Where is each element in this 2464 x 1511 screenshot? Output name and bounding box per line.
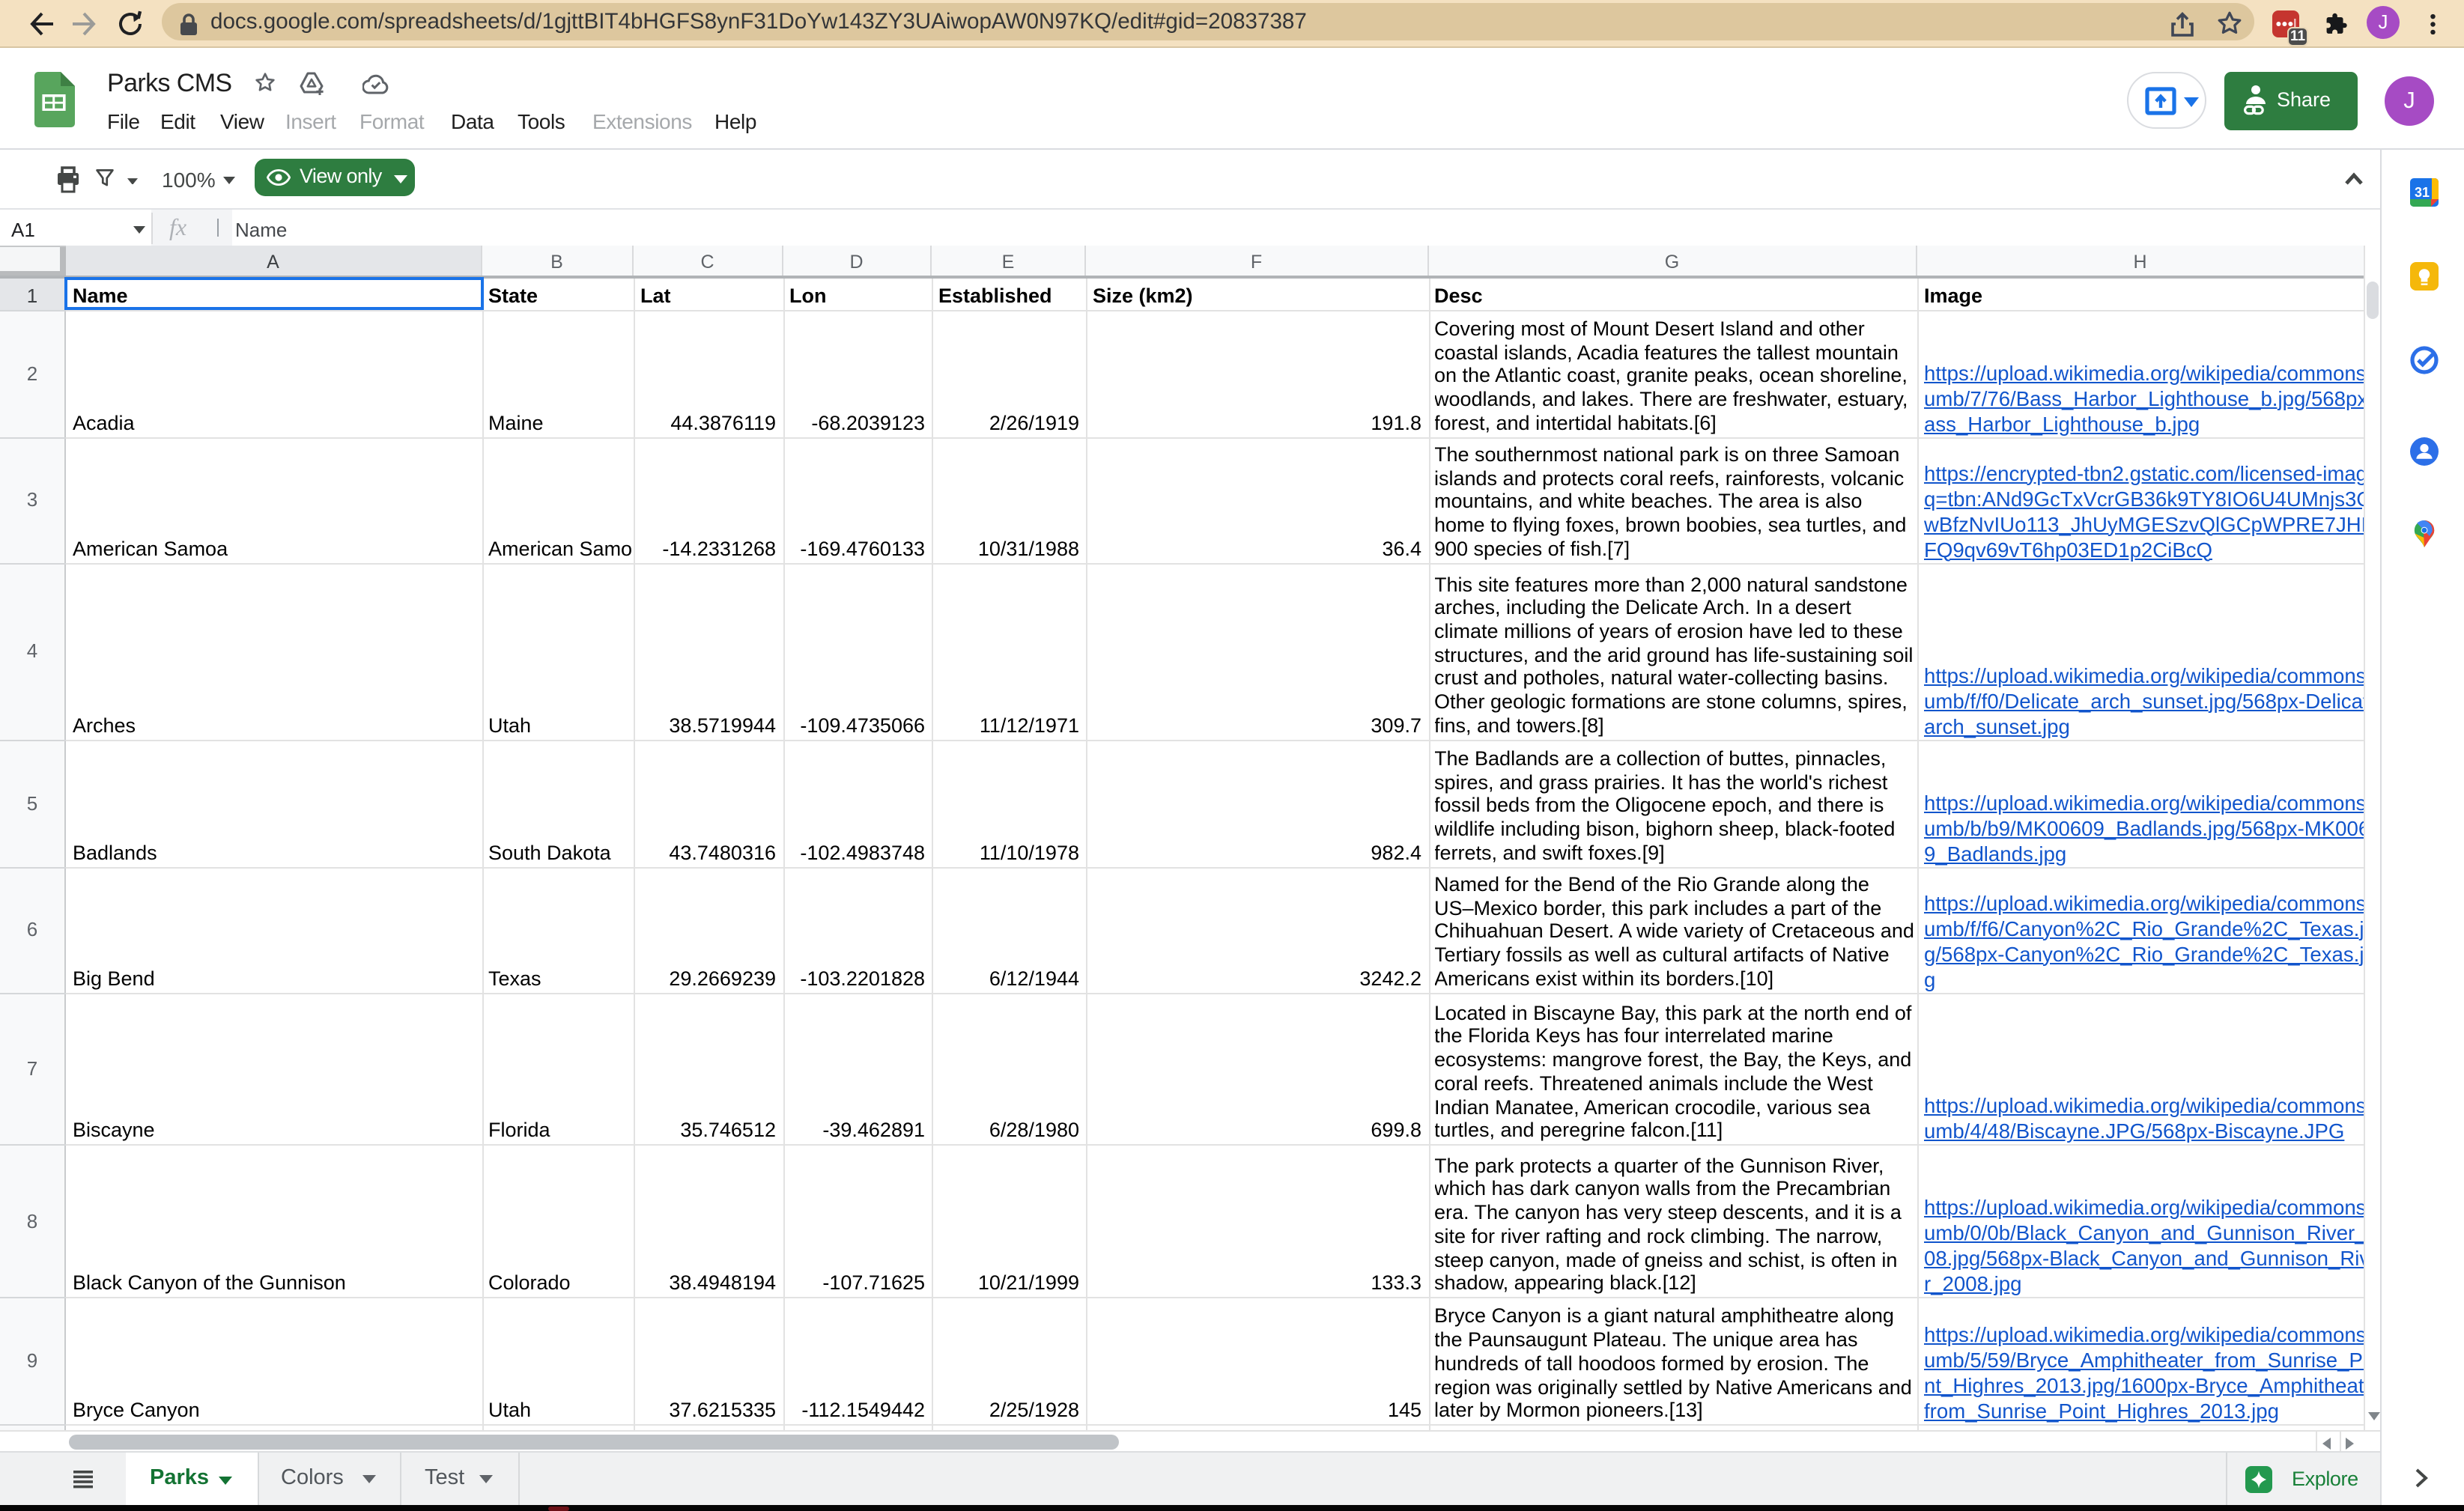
svg-text:31: 31 <box>2414 185 2429 200</box>
